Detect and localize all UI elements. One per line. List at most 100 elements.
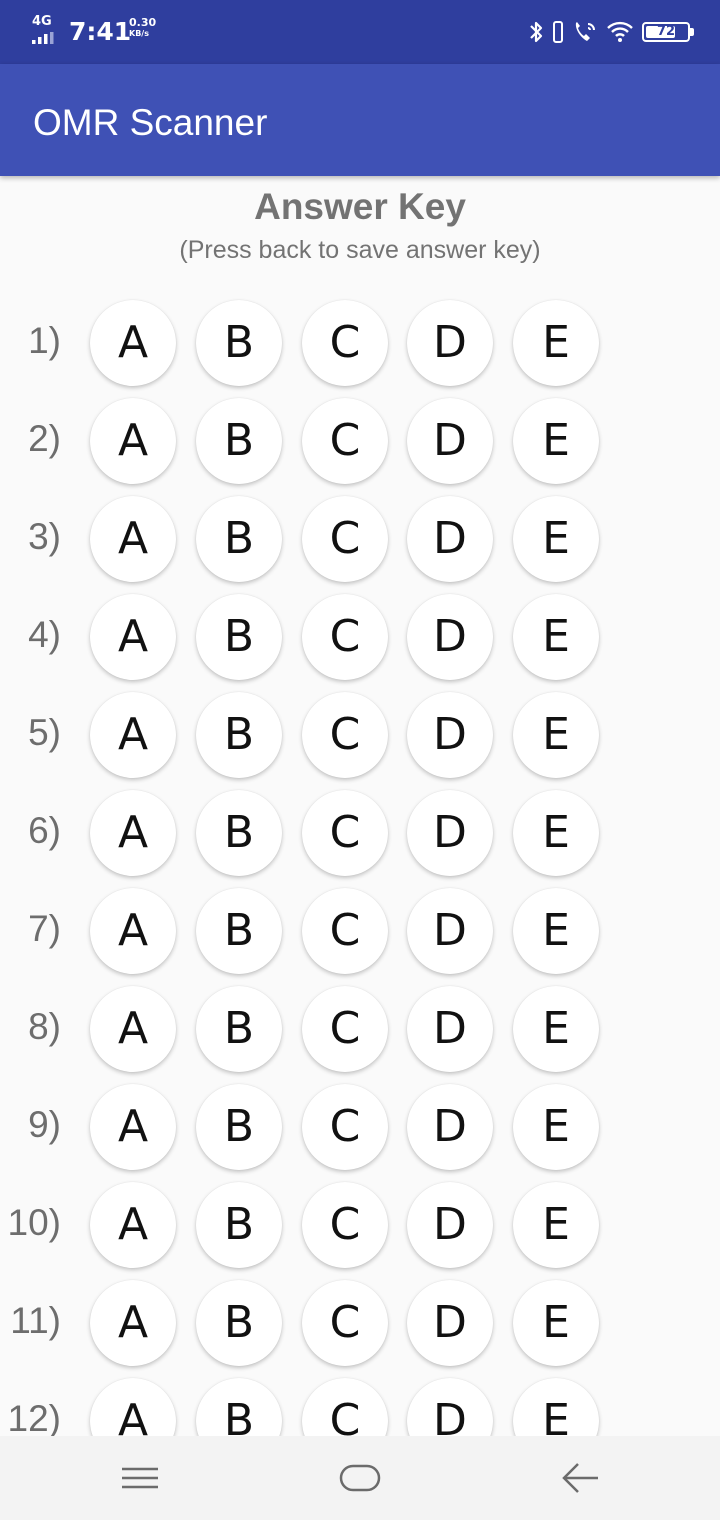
question-row: 2) A B C D E bbox=[0, 392, 720, 490]
question-number: 10) bbox=[7, 1202, 61, 1243]
option-c-button[interactable]: C bbox=[302, 1182, 388, 1268]
option-d-button[interactable]: D bbox=[407, 1378, 493, 1436]
option-e-button[interactable]: E bbox=[513, 300, 599, 386]
option-a-button[interactable]: A bbox=[90, 888, 176, 974]
option-b-button[interactable]: B bbox=[196, 692, 282, 778]
home-icon[interactable] bbox=[338, 1458, 382, 1498]
option-c-button[interactable]: C bbox=[302, 398, 388, 484]
question-list: 1) A B C D E 2) A B C D E 3) A B C D E 4) A B C D E 5) A B C D E 6) A B C… bbox=[0, 294, 720, 1436]
option-c-button[interactable]: C bbox=[302, 496, 388, 582]
option-a-button[interactable]: A bbox=[90, 790, 176, 876]
option-e-button[interactable]: E bbox=[513, 790, 599, 876]
option-e-button[interactable]: E bbox=[513, 986, 599, 1072]
option-d-button[interactable]: D bbox=[407, 1084, 493, 1170]
option-a-button[interactable]: A bbox=[90, 1084, 176, 1170]
question-row: 12) A B C D E bbox=[0, 1372, 720, 1436]
navigation-bar bbox=[0, 1436, 720, 1520]
option-c-button[interactable]: C bbox=[302, 1280, 388, 1366]
option-e-button[interactable]: E bbox=[513, 594, 599, 680]
option-b-button[interactable]: B bbox=[196, 496, 282, 582]
menu-icon[interactable] bbox=[118, 1458, 162, 1498]
option-a-button[interactable]: A bbox=[90, 594, 176, 680]
question-row: 9) A B C D E bbox=[0, 1078, 720, 1176]
option-e-button[interactable]: E bbox=[513, 888, 599, 974]
option-b-button[interactable]: B bbox=[196, 790, 282, 876]
option-d-button[interactable]: D bbox=[407, 790, 493, 876]
option-c-button[interactable]: C bbox=[302, 594, 388, 680]
network-type: 4G bbox=[32, 14, 52, 29]
app-title: OMR Scanner bbox=[33, 102, 268, 143]
network-speed-value: 0.30 bbox=[129, 16, 157, 29]
option-a-button[interactable]: A bbox=[90, 300, 176, 386]
option-d-button[interactable]: D bbox=[407, 398, 493, 484]
option-b-button[interactable]: B bbox=[196, 888, 282, 974]
option-d-button[interactable]: D bbox=[407, 986, 493, 1072]
back-arrow-icon[interactable] bbox=[558, 1458, 602, 1498]
option-b-button[interactable]: B bbox=[196, 300, 282, 386]
status-bar: 4G 7:41 0.30 KB/s 72 bbox=[0, 0, 720, 64]
question-row: 6) A B C D E bbox=[0, 784, 720, 882]
question-number: 4) bbox=[28, 614, 61, 655]
option-d-button[interactable]: D bbox=[407, 1280, 493, 1366]
option-a-button[interactable]: A bbox=[90, 1378, 176, 1436]
question-row: 7) A B C D E bbox=[0, 882, 720, 980]
question-row: 3) A B C D E bbox=[0, 490, 720, 588]
question-number: 6) bbox=[28, 810, 61, 851]
option-c-button[interactable]: C bbox=[302, 300, 388, 386]
option-b-button[interactable]: B bbox=[196, 1084, 282, 1170]
option-b-button[interactable]: B bbox=[196, 1280, 282, 1366]
option-c-button[interactable]: C bbox=[302, 1378, 388, 1436]
question-row: 1) A B C D E bbox=[0, 294, 720, 392]
option-d-button[interactable]: D bbox=[407, 496, 493, 582]
option-e-button[interactable]: E bbox=[513, 1182, 599, 1268]
option-c-button[interactable]: C bbox=[302, 790, 388, 876]
option-a-button[interactable]: A bbox=[90, 692, 176, 778]
option-a-button[interactable]: A bbox=[90, 1280, 176, 1366]
option-d-button[interactable]: D bbox=[407, 1182, 493, 1268]
option-a-button[interactable]: A bbox=[90, 398, 176, 484]
question-number: 8) bbox=[28, 1006, 61, 1047]
question-number: 1) bbox=[28, 320, 61, 361]
battery-percent: 72 bbox=[656, 24, 676, 39]
option-b-button[interactable]: B bbox=[196, 1182, 282, 1268]
app-bar: OMR Scanner bbox=[0, 64, 720, 176]
option-e-button[interactable]: E bbox=[513, 692, 599, 778]
option-b-button[interactable]: B bbox=[196, 398, 282, 484]
option-e-button[interactable]: E bbox=[513, 398, 599, 484]
question-row: 10) A B C D E bbox=[0, 1176, 720, 1274]
option-a-button[interactable]: A bbox=[90, 496, 176, 582]
option-d-button[interactable]: D bbox=[407, 594, 493, 680]
option-d-button[interactable]: D bbox=[407, 888, 493, 974]
question-number: 9) bbox=[28, 1104, 61, 1145]
option-b-button[interactable]: B bbox=[196, 594, 282, 680]
option-b-button[interactable]: B bbox=[196, 1378, 282, 1436]
option-a-button[interactable]: A bbox=[90, 1182, 176, 1268]
question-number: 2) bbox=[28, 418, 61, 459]
option-e-button[interactable]: E bbox=[513, 1378, 599, 1436]
question-number: 5) bbox=[28, 712, 61, 753]
answer-key-title: Answer Key bbox=[254, 186, 466, 227]
question-number: 7) bbox=[28, 908, 61, 949]
answer-key-screen[interactable]: Answer Key (Press back to save answer ke… bbox=[0, 176, 720, 1436]
option-d-button[interactable]: D bbox=[407, 692, 493, 778]
option-d-button[interactable]: D bbox=[407, 300, 493, 386]
answer-key-subtitle: (Press back to save answer key) bbox=[179, 236, 541, 264]
bluetooth-icon bbox=[530, 21, 543, 43]
option-b-button[interactable]: B bbox=[196, 986, 282, 1072]
option-c-button[interactable]: C bbox=[302, 692, 388, 778]
option-c-button[interactable]: C bbox=[302, 1084, 388, 1170]
question-row: 5) A B C D E bbox=[0, 686, 720, 784]
option-c-button[interactable]: C bbox=[302, 986, 388, 1072]
network-indicator: 4G bbox=[30, 14, 60, 46]
wifi-icon bbox=[607, 21, 633, 42]
question-number: 12) bbox=[7, 1398, 61, 1436]
network-speed: 0.30 KB/s bbox=[129, 17, 169, 39]
option-e-button[interactable]: E bbox=[513, 496, 599, 582]
signal-icon bbox=[32, 32, 54, 44]
option-e-button[interactable]: E bbox=[513, 1280, 599, 1366]
status-icons: 72 bbox=[528, 18, 694, 46]
option-e-button[interactable]: E bbox=[513, 1084, 599, 1170]
option-c-button[interactable]: C bbox=[302, 888, 388, 974]
option-a-button[interactable]: A bbox=[90, 986, 176, 1072]
clock: 7:41 bbox=[69, 17, 132, 46]
